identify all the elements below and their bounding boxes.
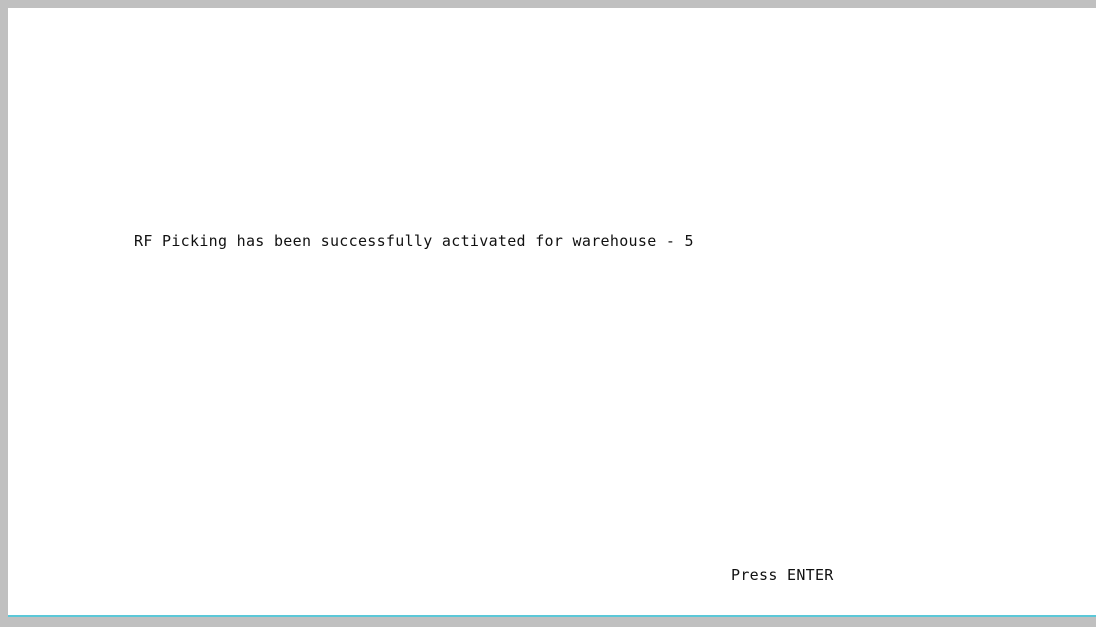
confirmation-message: RF Picking has been successfully activat… bbox=[134, 232, 694, 250]
bottom-divider bbox=[8, 615, 1096, 617]
terminal-screen: RF Picking has been successfully activat… bbox=[8, 8, 1096, 615]
press-enter-prompt[interactable]: Press ENTER bbox=[731, 566, 834, 584]
terminal-window: RF Picking has been successfully activat… bbox=[0, 0, 1096, 627]
